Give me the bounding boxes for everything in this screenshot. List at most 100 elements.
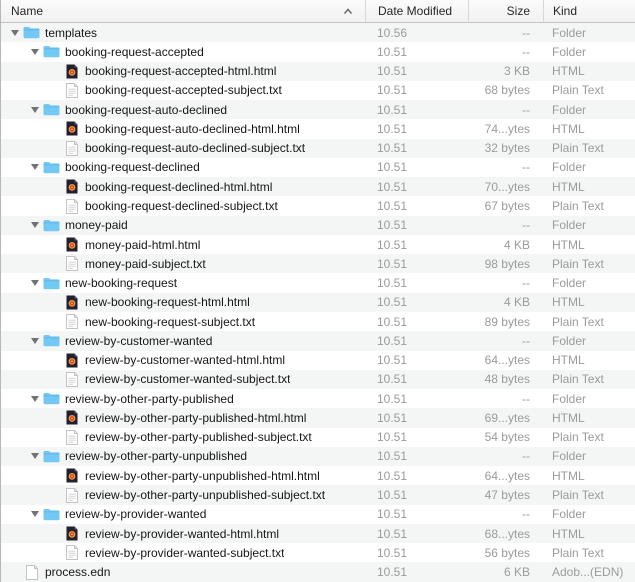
table-row[interactable]: templates 10.56 -- Folder <box>1 23 635 42</box>
disclosure-slot <box>27 453 43 459</box>
table-row[interactable]: review-by-other-party-unpublished 10.51 … <box>1 447 635 466</box>
file-size: 4 KB <box>468 293 543 312</box>
file-name: booking-request-auto-declined-subject.tx… <box>85 141 305 155</box>
name-cell: review-by-other-party-published-subject.… <box>1 428 365 447</box>
table-row[interactable]: review-by-customer-wanted 10.51 -- Folde… <box>1 331 635 350</box>
file-size: 48 bytes <box>468 370 543 389</box>
name-cell: booking-request-accepted <box>1 42 365 61</box>
file-kind: HTML <box>543 466 635 485</box>
table-row[interactable]: review-by-provider-wanted-subject.txt 10… <box>1 543 635 562</box>
file-kind: HTML <box>543 62 635 81</box>
table-row[interactable]: new-booking-request 10.51 -- Folder <box>1 273 635 292</box>
file-size: 54 bytes <box>468 428 543 447</box>
disclosure-slot <box>7 30 23 36</box>
column-header-date-modified[interactable]: Date Modified <box>365 0 468 22</box>
date-modified: 10.51 <box>365 100 468 119</box>
column-header-kind[interactable]: Kind <box>543 0 635 22</box>
disclosure-slot <box>27 280 43 286</box>
disclosure-triangle-icon[interactable] <box>31 453 39 459</box>
table-row[interactable]: process.edn 10.51 6 KB Adob...(EDN) <box>1 562 635 581</box>
table-row[interactable]: review-by-other-party-unpublished-html.h… <box>1 466 635 485</box>
table-row[interactable]: booking-request-auto-declined-subject.tx… <box>1 139 635 158</box>
file-kind: Plain Text <box>543 485 635 504</box>
name-cell: booking-request-accepted-html.html <box>1 62 365 81</box>
date-modified: 10.51 <box>365 273 468 292</box>
table-row[interactable]: money-paid 10.51 -- Folder <box>1 216 635 235</box>
file-size: 68 bytes <box>468 81 543 100</box>
date-modified: 10.51 <box>365 562 468 581</box>
name-cell: new-booking-request-subject.txt <box>1 312 365 331</box>
date-modified: 10.51 <box>365 139 468 158</box>
table-row[interactable]: review-by-customer-wanted-html.html 10.5… <box>1 351 635 370</box>
disclosure-triangle-icon[interactable] <box>31 222 39 228</box>
file-name: review-by-customer-wanted <box>65 334 212 348</box>
disclosure-slot <box>27 164 43 170</box>
column-header-size[interactable]: Size <box>468 0 543 22</box>
file-kind: Plain Text <box>543 196 635 215</box>
table-row[interactable]: new-booking-request-html.html 10.51 4 KB… <box>1 293 635 312</box>
date-modified: 10.51 <box>365 331 468 350</box>
table-row[interactable]: review-by-provider-wanted-html.html 10.5… <box>1 524 635 543</box>
file-name: templates <box>45 26 97 40</box>
name-cell: money-paid <box>1 216 365 235</box>
table-row[interactable]: booking-request-auto-declined 10.51 -- F… <box>1 100 635 119</box>
text-file-icon <box>63 256 80 271</box>
table-row[interactable]: review-by-other-party-published 10.51 --… <box>1 389 635 408</box>
file-name: money-paid-html.html <box>85 238 200 252</box>
name-cell: money-paid-subject.txt <box>1 254 365 273</box>
disclosure-triangle-icon[interactable] <box>31 107 39 113</box>
file-kind: Plain Text <box>543 370 635 389</box>
file-kind: Plain Text <box>543 428 635 447</box>
column-header-name[interactable]: Name <box>1 0 365 22</box>
disclosure-triangle-icon[interactable] <box>31 49 39 55</box>
disclosure-triangle-icon[interactable] <box>31 396 39 402</box>
table-row[interactable]: money-paid-html.html 10.51 4 KB HTML <box>1 235 635 254</box>
column-header-bar: Name Date Modified Size Kind <box>1 0 635 23</box>
file-kind: Plain Text <box>543 312 635 331</box>
file-size: 32 bytes <box>468 139 543 158</box>
disclosure-triangle-icon[interactable] <box>31 164 39 170</box>
table-row[interactable]: booking-request-auto-declined-html.html … <box>1 119 635 138</box>
table-row[interactable]: new-booking-request-subject.txt 10.51 89… <box>1 312 635 331</box>
name-cell: booking-request-declined-subject.txt <box>1 196 365 215</box>
disclosure-triangle-icon[interactable] <box>11 30 19 36</box>
table-row[interactable]: review-by-other-party-published-html.htm… <box>1 408 635 427</box>
name-cell: booking-request-auto-declined-subject.tx… <box>1 139 365 158</box>
name-cell: review-by-other-party-published-html.htm… <box>1 408 365 427</box>
table-row[interactable]: booking-request-accepted-subject.txt 10.… <box>1 81 635 100</box>
file-kind: Folder <box>543 505 635 524</box>
disclosure-triangle-icon[interactable] <box>31 511 39 517</box>
table-row[interactable]: booking-request-accepted 10.51 -- Folder <box>1 42 635 61</box>
file-size: 64...ytes <box>468 466 543 485</box>
file-size: -- <box>468 158 543 177</box>
text-file-icon <box>63 430 80 445</box>
file-name: review-by-provider-wanted-subject.txt <box>85 546 284 560</box>
table-row[interactable]: booking-request-accepted-html.html 10.51… <box>1 62 635 81</box>
disclosure-triangle-icon[interactable] <box>31 280 39 286</box>
table-row[interactable]: review-by-other-party-published-subject.… <box>1 428 635 447</box>
date-modified: 10.51 <box>365 485 468 504</box>
disclosure-triangle-icon[interactable] <box>31 338 39 344</box>
date-modified: 10.51 <box>365 505 468 524</box>
table-row[interactable]: booking-request-declined 10.51 -- Folder <box>1 158 635 177</box>
file-kind: HTML <box>543 524 635 543</box>
html-file-icon <box>63 179 80 194</box>
file-list: templates 10.56 -- Folder booking-reques… <box>1 23 635 582</box>
disclosure-slot <box>27 338 43 344</box>
table-row[interactable]: money-paid-subject.txt 10.51 98 bytes Pl… <box>1 254 635 273</box>
html-file-icon <box>63 295 80 310</box>
table-row[interactable]: booking-request-declined-subject.txt 10.… <box>1 196 635 215</box>
file-name: review-by-other-party-published-html.htm… <box>85 411 306 425</box>
column-header-date-label: Date Modified <box>378 4 452 18</box>
table-row[interactable]: review-by-other-party-unpublished-subjec… <box>1 485 635 504</box>
html-file-icon <box>63 353 80 368</box>
table-row[interactable]: review-by-provider-wanted 10.51 -- Folde… <box>1 505 635 524</box>
folder-icon <box>43 161 60 174</box>
table-row[interactable]: review-by-customer-wanted-subject.txt 10… <box>1 370 635 389</box>
table-row[interactable]: booking-request-declined-html.html 10.51… <box>1 177 635 196</box>
finder-list-view: Name Date Modified Size Kind templates 1… <box>1 0 635 582</box>
name-cell: new-booking-request-html.html <box>1 293 365 312</box>
file-size: 68...ytes <box>468 524 543 543</box>
date-modified: 10.51 <box>365 62 468 81</box>
file-size: 64...ytes <box>468 351 543 370</box>
